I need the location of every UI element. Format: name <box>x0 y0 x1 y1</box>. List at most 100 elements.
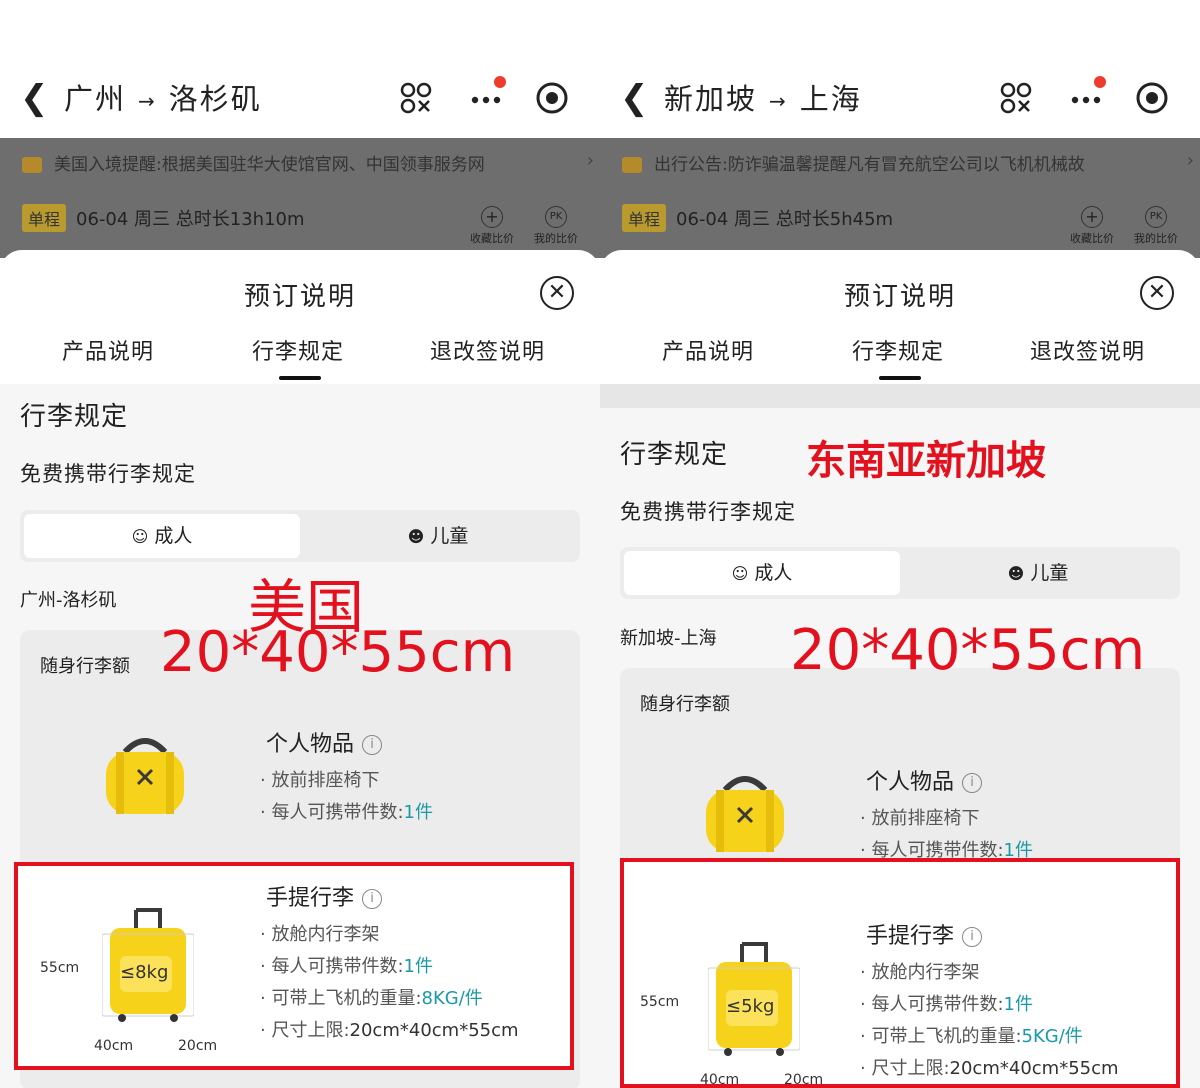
my-compare-button[interactable]: PK 我的比价 <box>526 206 586 246</box>
segment-adult-label: 成人 <box>754 562 793 584</box>
sheet-header: 预订说明 ✕ 产品说明 行李规定 退改签说明 <box>0 250 600 384</box>
handbag-title-text: 手提行李 <box>866 924 955 949</box>
notice-bar[interactable]: 美国入境提醒:根据美国驻华大使馆官网、中国领事服务网 <box>22 150 485 175</box>
handbag-line-4: · 尺寸上限:20cm*40cm*55cm <box>260 1020 519 1041</box>
handbag-line-3: · 可带上飞机的重量:5KG/件 <box>860 1026 1083 1047</box>
personal-bag-icon <box>706 776 784 852</box>
segment-child-label: 儿童 <box>1030 562 1069 584</box>
more-icon[interactable] <box>1068 76 1106 116</box>
handbag-l4-val: 20cm*40cm*55cm <box>949 1058 1119 1079</box>
fav-compare-label: 收藏比价 <box>1070 232 1114 245</box>
dim-depth: 20cm <box>784 1072 824 1088</box>
route-from: 新加坡 <box>664 82 758 116</box>
segment-child-label: 儿童 <box>430 525 469 547</box>
section-title: 行李规定 <box>620 440 729 470</box>
scroll-shadow <box>600 384 1200 408</box>
handbag-line-1: · 放舱内行李架 <box>260 924 380 945</box>
dimmed-background: 出行公告:防诈骗温馨提醒凡有冒充航空公司以飞机机械故 › 单程 06-04 周三 … <box>600 138 1200 258</box>
weight-tag: ≤5kg <box>726 996 775 1017</box>
tab-refund[interactable]: 退改签说明 <box>1030 334 1145 366</box>
handbag-title-text: 手提行李 <box>266 886 355 911</box>
handbag-l2-prefix: 每人可携带件数: <box>271 956 404 977</box>
handbag-l2-val: 1件 <box>1003 994 1033 1015</box>
tab-bar: 产品说明 行李规定 退改签说明 <box>600 334 1200 380</box>
sheet-title: 预订说明 <box>243 282 356 312</box>
info-icon[interactable]: i <box>962 773 983 793</box>
target-icon[interactable] <box>534 80 570 116</box>
fav-compare-button[interactable]: + 收藏比价 <box>1062 206 1122 246</box>
info-icon[interactable]: i <box>962 927 983 947</box>
fav-compare-label: 收藏比价 <box>470 232 514 245</box>
chevron-right-icon: › <box>1186 150 1194 171</box>
handbag-line-4: · 尺寸上限:20cm*40cm*55cm <box>860 1058 1119 1079</box>
dim-depth: 20cm <box>178 1038 218 1054</box>
sub-title: 免费携带行李规定 <box>20 462 196 486</box>
arrow-icon: → <box>769 89 788 113</box>
trip-tag: 单程 <box>22 204 67 232</box>
handbag-l3-prefix: 可带上飞机的重量: <box>871 1026 1022 1047</box>
notice-bar[interactable]: 出行公告:防诈骗温馨提醒凡有冒充航空公司以飞机机械故 <box>622 150 1085 175</box>
personal-l1: 放前排座椅下 <box>871 808 980 829</box>
close-icon[interactable]: ✕ <box>540 276 574 310</box>
personal-l2-prefix: 每人可携带件数: <box>271 802 404 823</box>
notification-dot <box>494 76 506 88</box>
annotation-size: 20*40*55cm <box>790 618 1146 683</box>
tab-baggage[interactable]: 行李规定 <box>852 334 944 366</box>
carry-on-label: 随身行李额 <box>40 656 130 677</box>
handbag-l3-prefix: 可带上飞机的重量: <box>271 988 422 1009</box>
tab-baggage[interactable]: 行李规定 <box>252 334 344 366</box>
dimmed-background: 美国入境提醒:根据美国驻华大使馆官网、中国领事服务网 › 单程 06-04 周三 … <box>0 138 600 258</box>
my-compare-label: 我的比价 <box>534 232 578 245</box>
dim-height: 55cm <box>40 960 80 976</box>
weight-tag: ≤8kg <box>120 962 169 983</box>
close-icon[interactable]: ✕ <box>1140 276 1174 310</box>
dim-height: 55cm <box>640 994 680 1010</box>
route-to: 洛杉矶 <box>168 82 262 116</box>
segment-child[interactable]: ☻ 儿童 <box>300 514 576 558</box>
handbag-line-3: · 可带上飞机的重量:8KG/件 <box>260 988 483 1009</box>
handbag-line-2: · 每人可携带件数:1件 <box>260 956 433 977</box>
handbag-title: 手提行李 i <box>266 880 383 912</box>
handbag-l4-val: 20cm*40cm*55cm <box>349 1020 519 1041</box>
trip-tag: 单程 <box>622 204 667 232</box>
sheet-header: 预订说明 ✕ 产品说明 行李规定 退改签说明 <box>600 250 1200 384</box>
my-compare-label: 我的比价 <box>1134 232 1178 245</box>
personal-line-1: · 放前排座椅下 <box>860 808 980 829</box>
segment-child[interactable]: ☻ 儿童 <box>900 551 1176 595</box>
scan-icon[interactable] <box>398 80 434 116</box>
chevron-right-icon: › <box>586 150 594 171</box>
info-icon[interactable]: i <box>362 889 383 909</box>
route-title: 新加坡 → 上海 <box>664 76 862 118</box>
my-compare-button[interactable]: PK 我的比价 <box>1126 206 1186 246</box>
target-icon[interactable] <box>1134 80 1170 116</box>
plus-icon: + <box>1081 206 1103 228</box>
passenger-segment: ☺ 成人 ☻ 儿童 <box>620 547 1180 599</box>
fav-compare-button[interactable]: + 收藏比价 <box>462 206 522 246</box>
route-label: 新加坡-上海 <box>620 628 717 649</box>
notification-dot <box>1094 76 1106 88</box>
plus-icon: + <box>481 206 503 228</box>
pk-icon: PK <box>545 206 567 228</box>
segment-adult[interactable]: ☺ 成人 <box>624 551 900 595</box>
info-icon[interactable]: i <box>362 735 383 755</box>
handbag-highlight: ≤8kg 55cm 40cm 20cm 手提行李 i · 放舱内行李架 · 每人可… <box>14 862 574 1070</box>
scan-icon[interactable] <box>998 80 1034 116</box>
notice-text: 美国入境提醒:根据美国驻华大使馆官网、中国领事服务网 <box>54 155 485 175</box>
route-to: 上海 <box>799 82 862 116</box>
back-icon[interactable]: ❮ <box>20 78 60 118</box>
arrow-icon: → <box>138 89 157 113</box>
handbag-line-1: · 放舱内行李架 <box>860 962 980 983</box>
tab-refund[interactable]: 退改签说明 <box>430 334 545 366</box>
back-icon[interactable]: ❮ <box>620 78 660 118</box>
tab-product-info[interactable]: 产品说明 <box>62 334 154 366</box>
personal-l1: 放前排座椅下 <box>271 770 380 791</box>
handbag-l2-prefix: 每人可携带件数: <box>871 994 1004 1015</box>
handbag-l4-prefix: 尺寸上限: <box>271 1020 350 1041</box>
handbag-highlight: ≤5kg 55cm 40cm 20cm 手提行李 i · 放舱内行李架 · 每人可… <box>620 858 1180 1088</box>
handbag-l2-val: 1件 <box>403 956 433 977</box>
tab-product-info[interactable]: 产品说明 <box>662 334 754 366</box>
passenger-segment: ☺ 成人 ☻ 儿童 <box>20 510 580 562</box>
more-icon[interactable] <box>468 76 506 116</box>
speaker-icon <box>622 157 642 173</box>
segment-adult[interactable]: ☺ 成人 <box>24 514 300 558</box>
